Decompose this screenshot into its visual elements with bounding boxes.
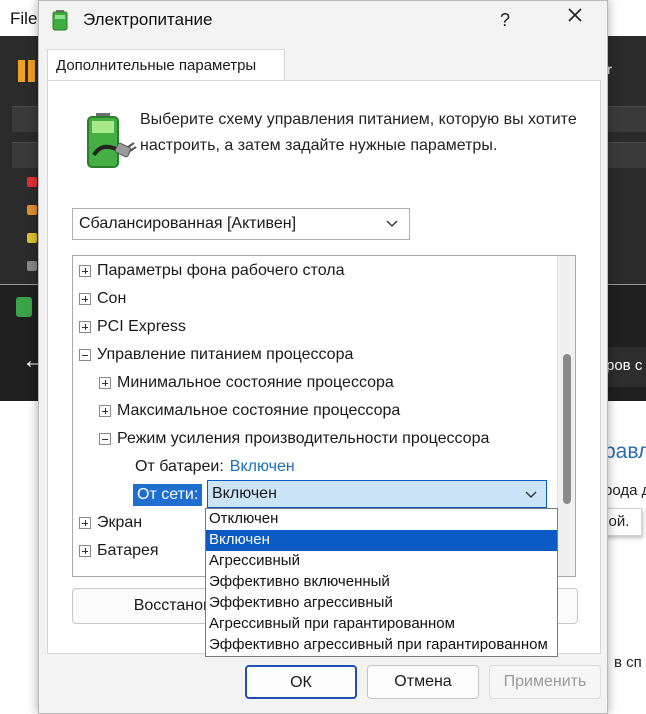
expand-icon[interactable] <box>99 405 111 417</box>
menu-file[interactable]: File <box>10 9 37 29</box>
status-dot-gray <box>27 261 37 271</box>
intro-text: Выберите схему управления питанием, кото… <box>140 111 577 154</box>
apply-button: Применить <box>489 665 601 699</box>
on-ac-label: От сети: <box>133 484 203 506</box>
status-dot-red <box>27 177 37 187</box>
scrollbar-thumb[interactable] <box>563 354 571 504</box>
help-button[interactable]: ? <box>489 5 521 35</box>
power-battery-icon <box>52 10 68 31</box>
on-battery-label: От батареи: <box>135 458 224 475</box>
tree-item-label: PCI Express <box>97 318 186 335</box>
status-dot-orange <box>27 205 37 215</box>
tree-item-label: Параметры фона рабочего стола <box>97 262 345 279</box>
dropdown-option-selected[interactable]: Включен <box>206 530 557 551</box>
tree-item-label: Сон <box>97 290 127 307</box>
on-ac-value: Включен <box>212 485 277 502</box>
on-battery-value[interactable]: Включен <box>230 458 295 476</box>
expand-icon[interactable] <box>79 321 91 333</box>
dialog-titlebar[interactable]: Электропитание ? <box>39 1 607 39</box>
collapse-icon[interactable] <box>79 349 91 361</box>
app-icon <box>16 297 32 317</box>
dropdown-option[interactable]: Эффективно агрессивный <box>206 593 557 614</box>
expand-icon[interactable] <box>79 517 91 529</box>
dropdown-option[interactable]: Эффективно агрессивный при гарантированн… <box>206 635 557 656</box>
dropdown-option[interactable]: Отключен <box>206 509 557 530</box>
toolbar-icon <box>28 60 35 82</box>
tree-item-battery[interactable]: Батарея <box>79 538 159 564</box>
tree-item-label: Максимальное состояние процессора <box>117 402 401 419</box>
power-scheme-value: Сбалансированная [Активен] <box>79 215 297 232</box>
close-button[interactable] <box>557 3 593 35</box>
on-ac-select[interactable]: Включен <box>207 480 547 508</box>
tree-item-desktop-background[interactable]: Параметры фона рабочего стола <box>79 258 344 284</box>
dropdown-option[interactable]: Эффективно включенный <box>206 572 557 593</box>
power-scheme-select[interactable]: Сбалансированная [Активен] <box>72 208 410 240</box>
expand-icon[interactable] <box>79 265 91 277</box>
collapse-icon[interactable] <box>99 433 111 445</box>
close-icon <box>568 8 582 22</box>
tree-scrollbar[interactable] <box>557 256 575 576</box>
tree-item-label: Управление питанием процессора <box>97 346 354 363</box>
tree-item-pci-express[interactable]: PCI Express <box>79 314 186 340</box>
dropdown-option[interactable]: Агрессивный <box>206 551 557 572</box>
dialog-title: Электропитание <box>83 10 213 29</box>
tree-item-label: Минимальное состояние процессора <box>117 374 394 391</box>
tree-item-label: Экран <box>97 514 143 531</box>
dropdown-option[interactable]: Агрессивный при гарантированном <box>206 614 557 635</box>
tree-item-sleep[interactable]: Сон <box>79 286 126 312</box>
background-text: рода д <box>604 482 646 499</box>
tree-item-processor-power[interactable]: Управление питанием процессора <box>79 342 353 368</box>
chevron-down-icon <box>525 491 537 498</box>
background-text: в сп <box>614 654 642 671</box>
tree-item-boost-mode[interactable]: Режим усиления производительности процес… <box>99 426 489 452</box>
ok-button[interactable]: ОК <box>245 665 357 699</box>
tree-item-label: Батарея <box>97 542 159 559</box>
battery-plug-icon <box>87 113 137 168</box>
background-heading: равл <box>604 440 646 463</box>
on-ac-dropdown-list[interactable]: Отключен Включен Агрессивный Эффективно … <box>205 508 558 657</box>
tree-item-min-processor-state[interactable]: Минимальное состояние процессора <box>99 370 394 396</box>
expand-icon[interactable] <box>79 545 91 557</box>
tab-advanced-settings[interactable]: Дополнительные параметры <box>47 49 285 81</box>
toolbar-icon <box>18 60 25 82</box>
status-dot-yellow <box>27 233 37 243</box>
setting-on-ac[interactable]: От сети: <box>133 482 203 508</box>
tree-item-label: Режим усиления производительности процес… <box>117 430 490 447</box>
cancel-button[interactable]: Отмена <box>367 665 479 699</box>
expand-icon[interactable] <box>99 377 111 389</box>
setting-on-battery[interactable]: От батареи: Включен <box>135 454 295 480</box>
chevron-down-icon <box>386 220 398 227</box>
tree-item-display[interactable]: Экран <box>79 510 142 536</box>
expand-icon[interactable] <box>79 293 91 305</box>
tree-item-max-processor-state[interactable]: Максимальное состояние процессора <box>99 398 400 424</box>
